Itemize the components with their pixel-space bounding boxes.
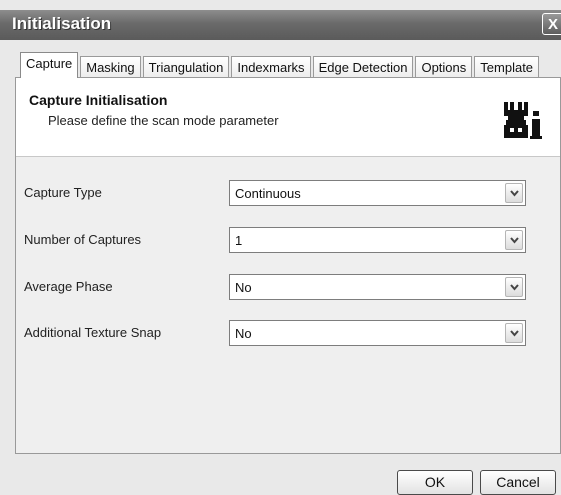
field-row-average-phase: Average Phase No xyxy=(16,274,560,302)
cancel-button[interactable]: Cancel xyxy=(480,470,556,495)
tab-edge-detection[interactable]: Edge Detection xyxy=(312,56,414,78)
average-phase-value: No xyxy=(235,280,252,295)
tab-panel-capture: Capture Initialisation Please define the… xyxy=(15,77,561,454)
header-title: Capture Initialisation xyxy=(29,92,168,108)
chevron-down-icon xyxy=(510,284,519,291)
field-row-number-of-captures: Number of Captures 1 xyxy=(16,227,560,255)
tab-masking[interactable]: Masking xyxy=(80,56,141,78)
number-of-captures-select[interactable]: 1 xyxy=(229,227,526,253)
chevron-down-icon xyxy=(510,190,519,197)
capture-type-value: Continuous xyxy=(235,186,301,201)
number-of-captures-value: 1 xyxy=(235,233,243,248)
tab-capture[interactable]: Capture xyxy=(20,52,79,78)
wizard-header: Capture Initialisation Please define the… xyxy=(16,78,560,157)
close-button[interactable]: X xyxy=(542,13,561,35)
header-subtitle: Please define the scan mode parameter xyxy=(48,113,279,128)
number-of-captures-label: Number of Captures xyxy=(24,232,142,247)
additional-texture-snap-label: Additional Texture Snap xyxy=(24,325,162,340)
dropdown-button[interactable] xyxy=(505,277,523,297)
field-row-additional-texture-snap: Additional Texture Snap No xyxy=(16,320,560,348)
additional-texture-snap-value: No xyxy=(235,326,252,341)
tab-strip: Capture Masking Triangulation Indexmarks… xyxy=(20,52,540,78)
close-icon: X xyxy=(548,16,559,33)
chevron-down-icon xyxy=(510,237,519,244)
tab-indexmarks[interactable]: Indexmarks xyxy=(231,56,311,78)
dropdown-button[interactable] xyxy=(505,230,523,250)
capture-type-select[interactable]: Continuous xyxy=(229,180,526,206)
average-phase-label: Average Phase xyxy=(24,279,113,294)
capture-type-label: Capture Type xyxy=(24,185,102,200)
form-area: Capture Type Continuous Number of Captur… xyxy=(16,157,560,453)
tab-triangulation[interactable]: Triangulation xyxy=(142,56,230,78)
tab-template[interactable]: Template xyxy=(474,56,540,78)
field-row-capture-type: Capture Type Continuous xyxy=(16,180,560,208)
chevron-down-icon xyxy=(510,330,519,337)
additional-texture-snap-select[interactable]: No xyxy=(229,320,526,346)
dropdown-button[interactable] xyxy=(505,183,523,203)
dialog-window: Initialisation X Capture Masking Triangu… xyxy=(0,0,561,495)
wizard-icon xyxy=(504,102,542,139)
title-bar[interactable]: Initialisation xyxy=(0,10,561,40)
dropdown-button[interactable] xyxy=(505,323,523,343)
tab-options[interactable]: Options xyxy=(415,56,473,78)
ok-button[interactable]: OK xyxy=(397,470,473,495)
window-title: Initialisation xyxy=(12,14,112,33)
average-phase-select[interactable]: No xyxy=(229,274,526,300)
